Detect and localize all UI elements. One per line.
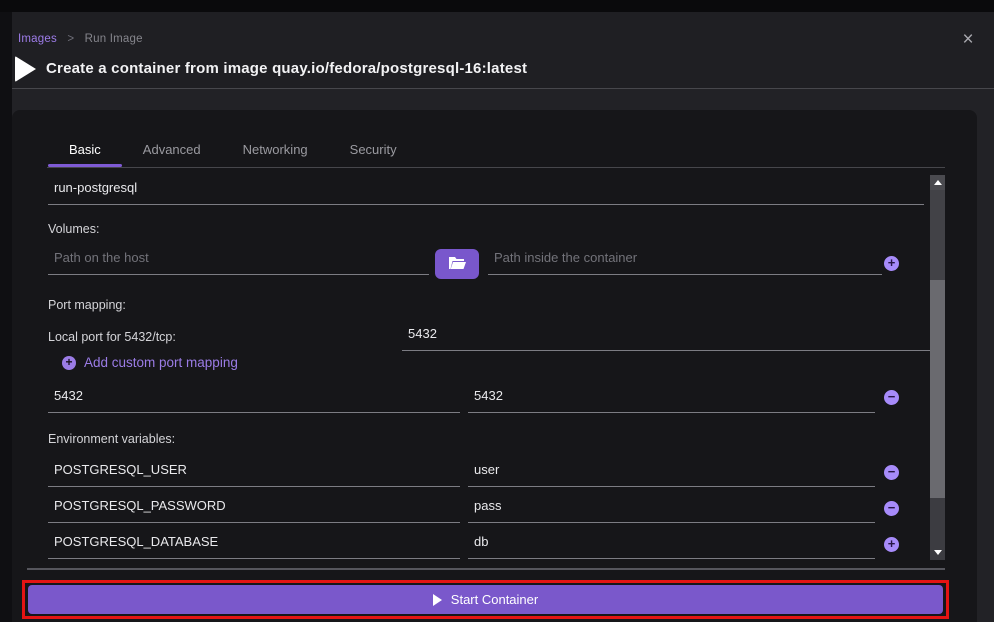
add-volume-button[interactable]: + [884,256,899,271]
page-title: Create a container from image quay.io/fe… [46,60,527,77]
page-header: Images > Run Image Create a container fr… [12,12,994,89]
volume-host-path-input[interactable] [48,248,429,275]
start-container-button[interactable]: Start Container [28,585,943,614]
scrollbar-thumb[interactable] [930,280,945,498]
scrollbar-up-button[interactable] [930,175,945,190]
window-titlebar [0,0,994,12]
container-name-input[interactable] [48,178,924,205]
annotation-highlight-box: Start Container [22,580,949,619]
close-icon[interactable]: × [956,28,980,52]
bottom-separator [27,568,945,570]
remove-custom-port-button[interactable]: − [884,390,899,405]
tab-advanced[interactable]: Advanced [122,138,222,167]
scrollbar-track-lower[interactable] [930,498,945,545]
env-value-input[interactable] [468,532,875,559]
run-image-form-panel: Basic Advanced Networking Security Volum… [12,110,977,622]
custom-port-container-input[interactable] [468,386,875,413]
folder-icon [448,256,467,273]
add-custom-port-label: Add custom port mapping [84,355,238,370]
add-custom-port-mapping-link[interactable]: + Add custom port mapping [62,355,238,370]
play-icon [433,594,442,606]
plus-icon: + [888,255,896,270]
form-scrollbar[interactable] [930,175,945,560]
scrollbar-down-button[interactable] [930,545,945,560]
left-rail [0,12,12,622]
env-name-input[interactable] [48,496,460,523]
remove-env-button[interactable]: − [884,501,899,516]
breadcrumb-separator: > [67,33,74,45]
local-port-input[interactable] [402,324,934,351]
breadcrumb-current: Run Image [85,33,143,45]
plus-icon: + [888,536,896,551]
env-value-input[interactable] [468,460,875,487]
breadcrumb: Images > Run Image [18,33,143,45]
volumes-label: Volumes: [48,222,99,236]
tab-security[interactable]: Security [329,138,418,167]
add-env-button[interactable]: + [884,537,899,552]
tab-bar: Basic Advanced Networking Security [48,138,418,167]
breadcrumb-images-link[interactable]: Images [18,33,57,45]
arrow-up-icon [934,180,942,185]
tab-basic[interactable]: Basic [48,138,122,167]
plus-circle-icon: + [62,356,76,370]
minus-icon: − [888,389,896,404]
arrow-down-icon [934,550,942,555]
remove-env-button[interactable]: − [884,465,899,480]
env-name-input[interactable] [48,532,460,559]
browse-folder-button[interactable] [435,249,479,279]
env-value-input[interactable] [468,496,875,523]
environment-variables-label: Environment variables: [48,432,175,446]
minus-icon: − [888,464,896,479]
custom-port-host-input[interactable] [48,386,460,413]
volume-container-path-input[interactable] [488,248,882,275]
minus-icon: − [888,500,896,515]
local-port-label: Local port for 5432/tcp: [48,330,176,344]
tab-separator [47,167,945,168]
port-mapping-label: Port mapping: [48,298,126,312]
run-image-play-icon [15,56,36,82]
env-name-input[interactable] [48,460,460,487]
tab-networking[interactable]: Networking [222,138,329,167]
start-container-label: Start Container [451,592,538,607]
